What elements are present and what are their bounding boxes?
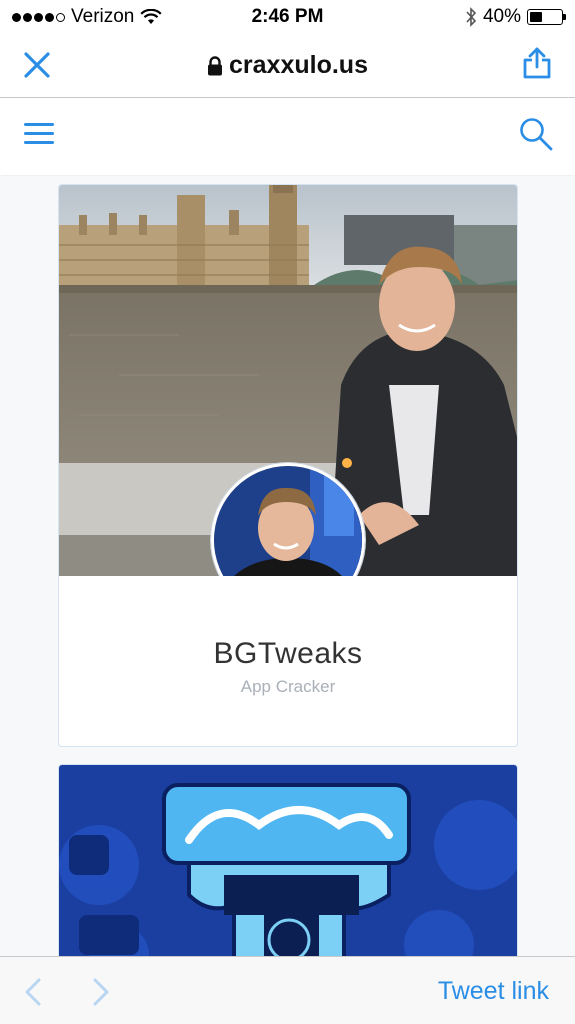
status-right: 40% [465, 6, 566, 28]
carrier-label: Verizon [71, 6, 135, 27]
content-area: BGTweaks App Cracker [0, 176, 575, 956]
avatar-image [214, 466, 362, 576]
lock-icon [208, 55, 223, 75]
profile-name[interactable]: BGTweaks [59, 637, 517, 671]
bluetooth-icon [466, 7, 477, 27]
close-icon[interactable] [22, 50, 52, 80]
address-domain: craxxulo.us [229, 51, 368, 79]
wifi-icon [140, 9, 162, 24]
site-nav [0, 99, 575, 175]
cover-photo [59, 185, 517, 576]
share-icon[interactable] [521, 46, 553, 80]
signal-strength-icon [12, 12, 65, 22]
cover-photo [59, 765, 517, 956]
battery-percent: 40% [482, 6, 521, 27]
search-icon[interactable] [519, 117, 553, 151]
chevron-right-icon[interactable] [90, 977, 112, 1007]
battery-level [530, 12, 542, 22]
status-bar: Verizon 2:46 PM 40% [0, 0, 575, 34]
status-time: 2:46 PM [251, 6, 324, 27]
battery-icon [527, 9, 566, 25]
profile-card[interactable]: BGTweaks App Cracker [58, 184, 518, 747]
browser-bar: craxxulo.us [0, 34, 575, 98]
bottom-toolbar: Tweet link [0, 956, 575, 1024]
chevron-left-icon[interactable] [22, 977, 44, 1007]
tweet-link-button[interactable]: Tweet link [438, 977, 549, 1006]
profile-role: App Cracker [240, 677, 336, 696]
profile-card-2[interactable] [58, 764, 518, 956]
address-bar[interactable]: craxxulo.us [207, 51, 368, 80]
hamburger-menu-icon[interactable] [24, 123, 54, 147]
status-left: Verizon [12, 6, 162, 28]
